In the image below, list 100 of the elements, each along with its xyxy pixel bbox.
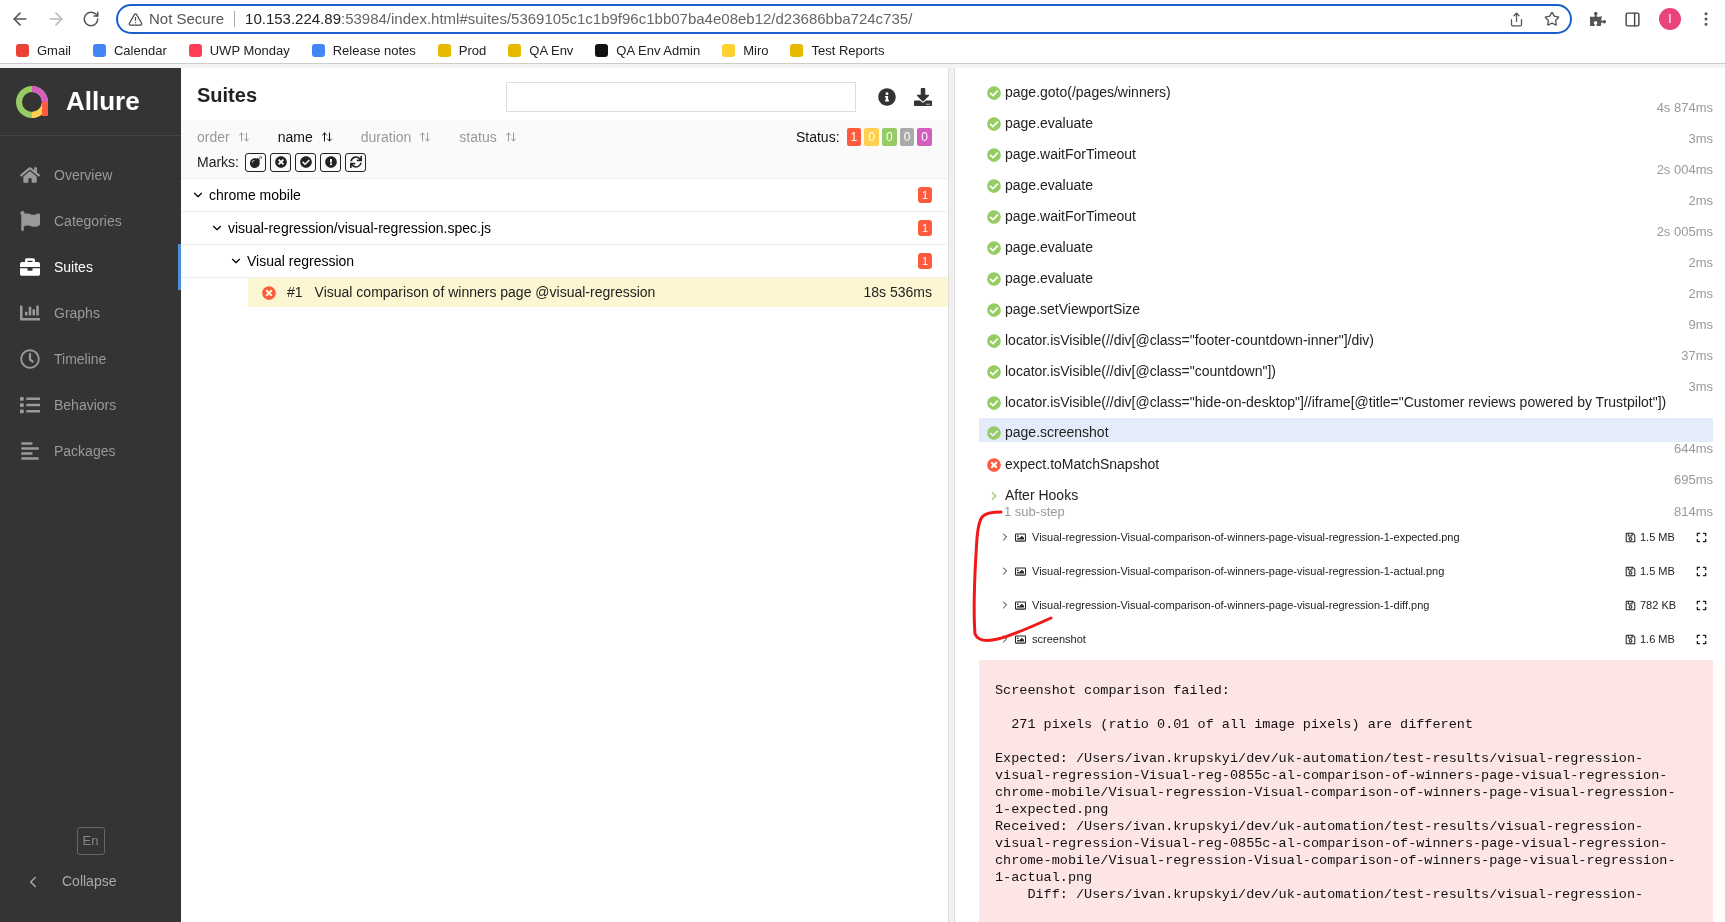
attachment-size: 782 KB: [1640, 597, 1678, 613]
marks-label: Marks:: [197, 152, 239, 172]
step-row[interactable]: locator.isVisible(//div[@class="footer-countdown-inner"]/div): [979, 332, 1713, 349]
language-button[interactable]: En: [76, 827, 105, 855]
mark-filter-button[interactable]: [295, 152, 316, 172]
clock-icon: [20, 349, 40, 369]
attachment-row[interactable]: Visual-regression-Visual-comparison-of-winners-page-visual-regression-1-actual.png 1.5 MB: [979, 554, 1713, 588]
count-badge: 1: [917, 220, 932, 236]
step-row[interactable]: page.waitForTimeout: [979, 146, 1713, 163]
attachment-size: 1.5 MB: [1640, 529, 1676, 545]
bookmark[interactable]: Miro: [722, 40, 769, 61]
tree-group-toggle[interactable]: chrome mobile: [191, 184, 301, 206]
save-icon: [1625, 565, 1636, 577]
attachment-row[interactable]: Visual-regression-Visual-comparison-of-winners-page-visual-regression-1-expected.png 1.5 MB: [979, 520, 1713, 554]
mark-filter-button[interactable]: [320, 152, 341, 172]
bookmark[interactable]: QA Env Admin: [595, 40, 701, 61]
sort-icon: [504, 131, 517, 143]
step-row[interactable]: page.evaluate: [979, 270, 1713, 287]
share-icon[interactable]: [1509, 11, 1524, 27]
collapse-button[interactable]: Collapse: [24, 871, 117, 892]
step-duration: 3ms: [1688, 132, 1713, 146]
sort-icon: [320, 131, 333, 143]
bookmark[interactable]: Prod: [437, 40, 487, 61]
test-row[interactable]: #1 Visual comparison of winners page @visual-regression 18s 536ms: [248, 278, 948, 307]
step-duration: 4s 874ms: [1656, 101, 1713, 115]
step-row[interactable]: page.setViewportSize: [979, 301, 1713, 318]
sort-icon: [419, 131, 432, 143]
step-duration: 3ms: [1688, 380, 1713, 394]
step-duration: 695ms: [1673, 473, 1713, 487]
page-title: Suites: [197, 83, 258, 108]
attachment-row[interactable]: Visual-regression-Visual-comparison-of-winners-page-visual-regression-1-diff.png 782 KB: [979, 588, 1713, 622]
lines-icon: [20, 441, 40, 461]
mark-filter-button[interactable]: [270, 152, 291, 172]
save-icon: [1625, 599, 1636, 611]
extensions-icon[interactable]: [1590, 11, 1606, 27]
step-row[interactable]: page.goto(/pages/winners): [979, 84, 1713, 101]
save-icon: [1625, 531, 1636, 543]
search-field[interactable]: [506, 82, 856, 112]
url-text: 10.153.224.89:53984/index.html#suites/5369105c1c1b9f96c1bb07ba4e08eb12/d23686bba724c735/: [245, 8, 913, 29]
reload-icon[interactable]: [82, 10, 100, 28]
sort-icon: [237, 131, 250, 143]
fullscreen-icon[interactable]: [1696, 599, 1707, 611]
image-icon: [1015, 633, 1026, 645]
image-icon: [1015, 599, 1026, 611]
step-duration: 2ms: [1688, 256, 1713, 270]
bookmark[interactable]: Test Reports: [790, 40, 885, 61]
image-icon: [1015, 565, 1026, 577]
step-duration: 9ms: [1688, 318, 1713, 332]
nav-item[interactable]: Behaviors: [0, 382, 181, 428]
refresh-icon: [349, 156, 362, 168]
nav-item[interactable]: Categories: [0, 198, 181, 244]
logo-icon: [14, 83, 50, 120]
fullscreen-icon[interactable]: [1696, 633, 1707, 645]
bar-chart-icon: [20, 303, 40, 323]
bookmark[interactable]: QA Env: [508, 40, 574, 61]
test-duration: 18s 536ms: [863, 283, 932, 302]
bomb-icon: [249, 156, 262, 168]
mark-filter-button[interactable]: [345, 152, 366, 172]
attachment-size: 1.6 MB: [1640, 631, 1676, 647]
step-row[interactable]: expect.toMatchSnapshot: [979, 456, 1713, 473]
step-row[interactable]: locator.isVisible(//div[@class="hide-on-desktop"]//iframe[@title="Customer reviews powered by Trustpilot"]): [979, 394, 1713, 411]
after-hooks-toggle[interactable]: After Hooks: [979, 487, 1713, 504]
step-row[interactable]: page.evaluate: [979, 115, 1713, 132]
profile-avatar[interactable]: I: [1659, 8, 1681, 30]
step-duration: 2ms: [1688, 194, 1713, 208]
nav-item[interactable]: Packages: [0, 428, 181, 474]
test-name: Visual comparison of winners page @visual-regression: [314, 283, 656, 302]
sort-column[interactable]: name: [277, 126, 333, 148]
fullscreen-icon[interactable]: [1696, 565, 1707, 577]
step-row[interactable]: locator.isVisible(//div[@class="countdown"]): [979, 363, 1713, 380]
step-row[interactable]: page.waitForTimeout: [979, 208, 1713, 225]
warning-icon: [128, 11, 143, 27]
step-duration: 814ms: [1673, 503, 1713, 522]
info-icon[interactable]: [878, 88, 896, 106]
step-row[interactable]: page.evaluate: [979, 239, 1713, 256]
substep-count: 1 sub-step: [1004, 503, 1065, 522]
nav-item[interactable]: Suites: [0, 244, 181, 290]
star-icon[interactable]: [1544, 11, 1560, 27]
nav-item[interactable]: Overview: [0, 152, 181, 198]
tree-group-toggle[interactable]: visual-regression/visual-regression.spec.js: [210, 217, 491, 239]
bookmark[interactable]: Calendar: [92, 40, 167, 61]
bookmark[interactable]: Release notes: [311, 40, 416, 61]
nav-item[interactable]: Graphs: [0, 290, 181, 336]
attachment-row[interactable]: screenshot 1.6 MB: [979, 622, 1713, 656]
tree-group-toggle[interactable]: Visual regression: [229, 250, 355, 272]
side-panel-icon[interactable]: [1624, 10, 1641, 28]
step-duration: 2s 004ms: [1656, 163, 1713, 177]
briefcase-icon: [20, 257, 40, 277]
test-number: #1: [287, 283, 303, 302]
mark-filter-button[interactable]: [245, 152, 266, 172]
bookmark[interactable]: Gmail: [16, 40, 71, 61]
bookmark[interactable]: UWP Monday: [188, 40, 290, 61]
step-row[interactable]: page.screenshot: [979, 418, 1713, 442]
address-bar[interactable]: Not Secure 10.153.224.89:53984/index.html#suites/5369105c1c1b9f96c1bb07ba4e08eb12/d23686bba724c735/: [116, 4, 1572, 34]
download-icon[interactable]: [914, 88, 932, 106]
nav-item[interactable]: Timeline: [0, 336, 181, 382]
app-logo-text: Allure: [66, 85, 140, 118]
fullscreen-icon[interactable]: [1696, 531, 1707, 543]
step-row[interactable]: page.evaluate: [979, 177, 1713, 194]
status-label: Status:: [795, 127, 840, 147]
